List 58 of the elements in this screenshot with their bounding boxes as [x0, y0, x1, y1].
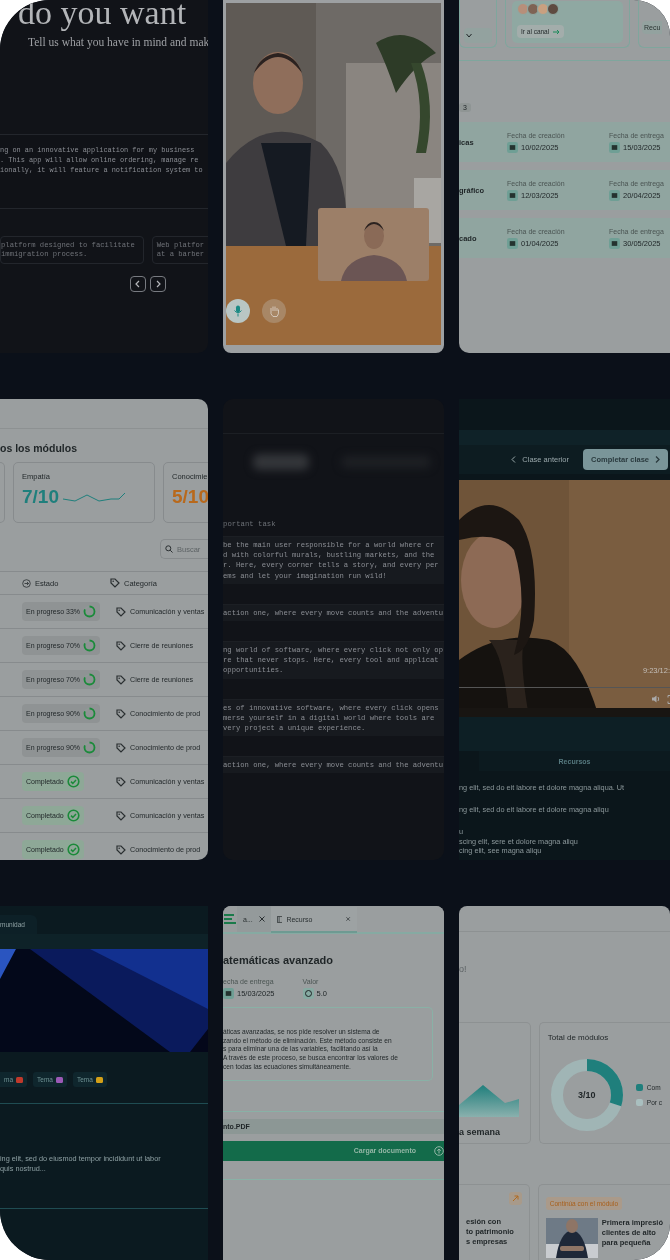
- close-icon[interactable]: [346, 916, 351, 922]
- chevron-down-icon: [466, 33, 472, 38]
- chevron-right-icon: [655, 456, 660, 463]
- tag-icon: [116, 776, 126, 787]
- search-icon: [165, 545, 173, 553]
- chevron-left-icon: [511, 456, 517, 463]
- spinner-icon: [83, 741, 97, 754]
- calendar-icon: [609, 189, 620, 201]
- avatar-icon: [517, 3, 529, 15]
- tag-icon: [116, 844, 126, 855]
- check-icon: [66, 809, 80, 822]
- spinner-icon: [83, 605, 97, 618]
- dropdown[interactable]: [464, 28, 492, 43]
- stat-value: 5/10: [172, 486, 208, 508]
- microphone-icon: [233, 305, 243, 317]
- tag-icon: [110, 578, 120, 588]
- blurred-shape: [253, 454, 309, 470]
- spinner-icon: [83, 639, 97, 652]
- tag-icon: [116, 606, 126, 617]
- task-title: atemáticas avanzado: [223, 954, 335, 966]
- spinner-icon: [83, 707, 97, 720]
- calendar-icon: [507, 141, 518, 153]
- calendar-icon: [609, 141, 620, 153]
- chevron-left-icon: [134, 280, 142, 288]
- tag-icon: [116, 708, 126, 719]
- close-icon[interactable]: [258, 916, 265, 922]
- hand-icon: [268, 305, 280, 317]
- check-icon: [66, 775, 80, 788]
- arrow-up-right-icon: [511, 1195, 519, 1202]
- badge-icon: [302, 988, 314, 999]
- avatar-icon: [537, 3, 549, 15]
- tag-icon: [116, 742, 126, 753]
- avatar-icon: [527, 3, 539, 15]
- stat-value: 7/10: [22, 486, 59, 508]
- calendar-icon: [609, 237, 620, 249]
- upload-icon: [434, 1145, 444, 1156]
- chevron-right-icon: [154, 280, 162, 288]
- card-title: Total de módulos: [547, 1033, 610, 1042]
- check-icon: [66, 843, 80, 856]
- calendar-icon: [507, 189, 518, 201]
- section-title: os los módulos: [0, 442, 78, 454]
- spinner-icon: [83, 673, 97, 686]
- open-button[interactable]: [508, 1192, 522, 1205]
- calendar-icon: [223, 988, 234, 999]
- donut-label: 3/10: [578, 1090, 596, 1100]
- arrow-right-icon: [553, 28, 561, 35]
- tag-icon: [116, 810, 126, 821]
- next-button[interactable]: [150, 276, 166, 292]
- previous-button[interactable]: [130, 276, 146, 292]
- chart-caption: a semana: [459, 1127, 502, 1137]
- calendar-icon: [507, 237, 518, 249]
- volume-icon[interactable]: [652, 695, 661, 703]
- book-icon: [276, 914, 283, 924]
- sparkline-drawing: [63, 490, 125, 504]
- tag-icon: [116, 640, 126, 651]
- tag-icon: [116, 674, 126, 685]
- status-icon: [22, 578, 31, 588]
- logo-icon: [223, 913, 237, 925]
